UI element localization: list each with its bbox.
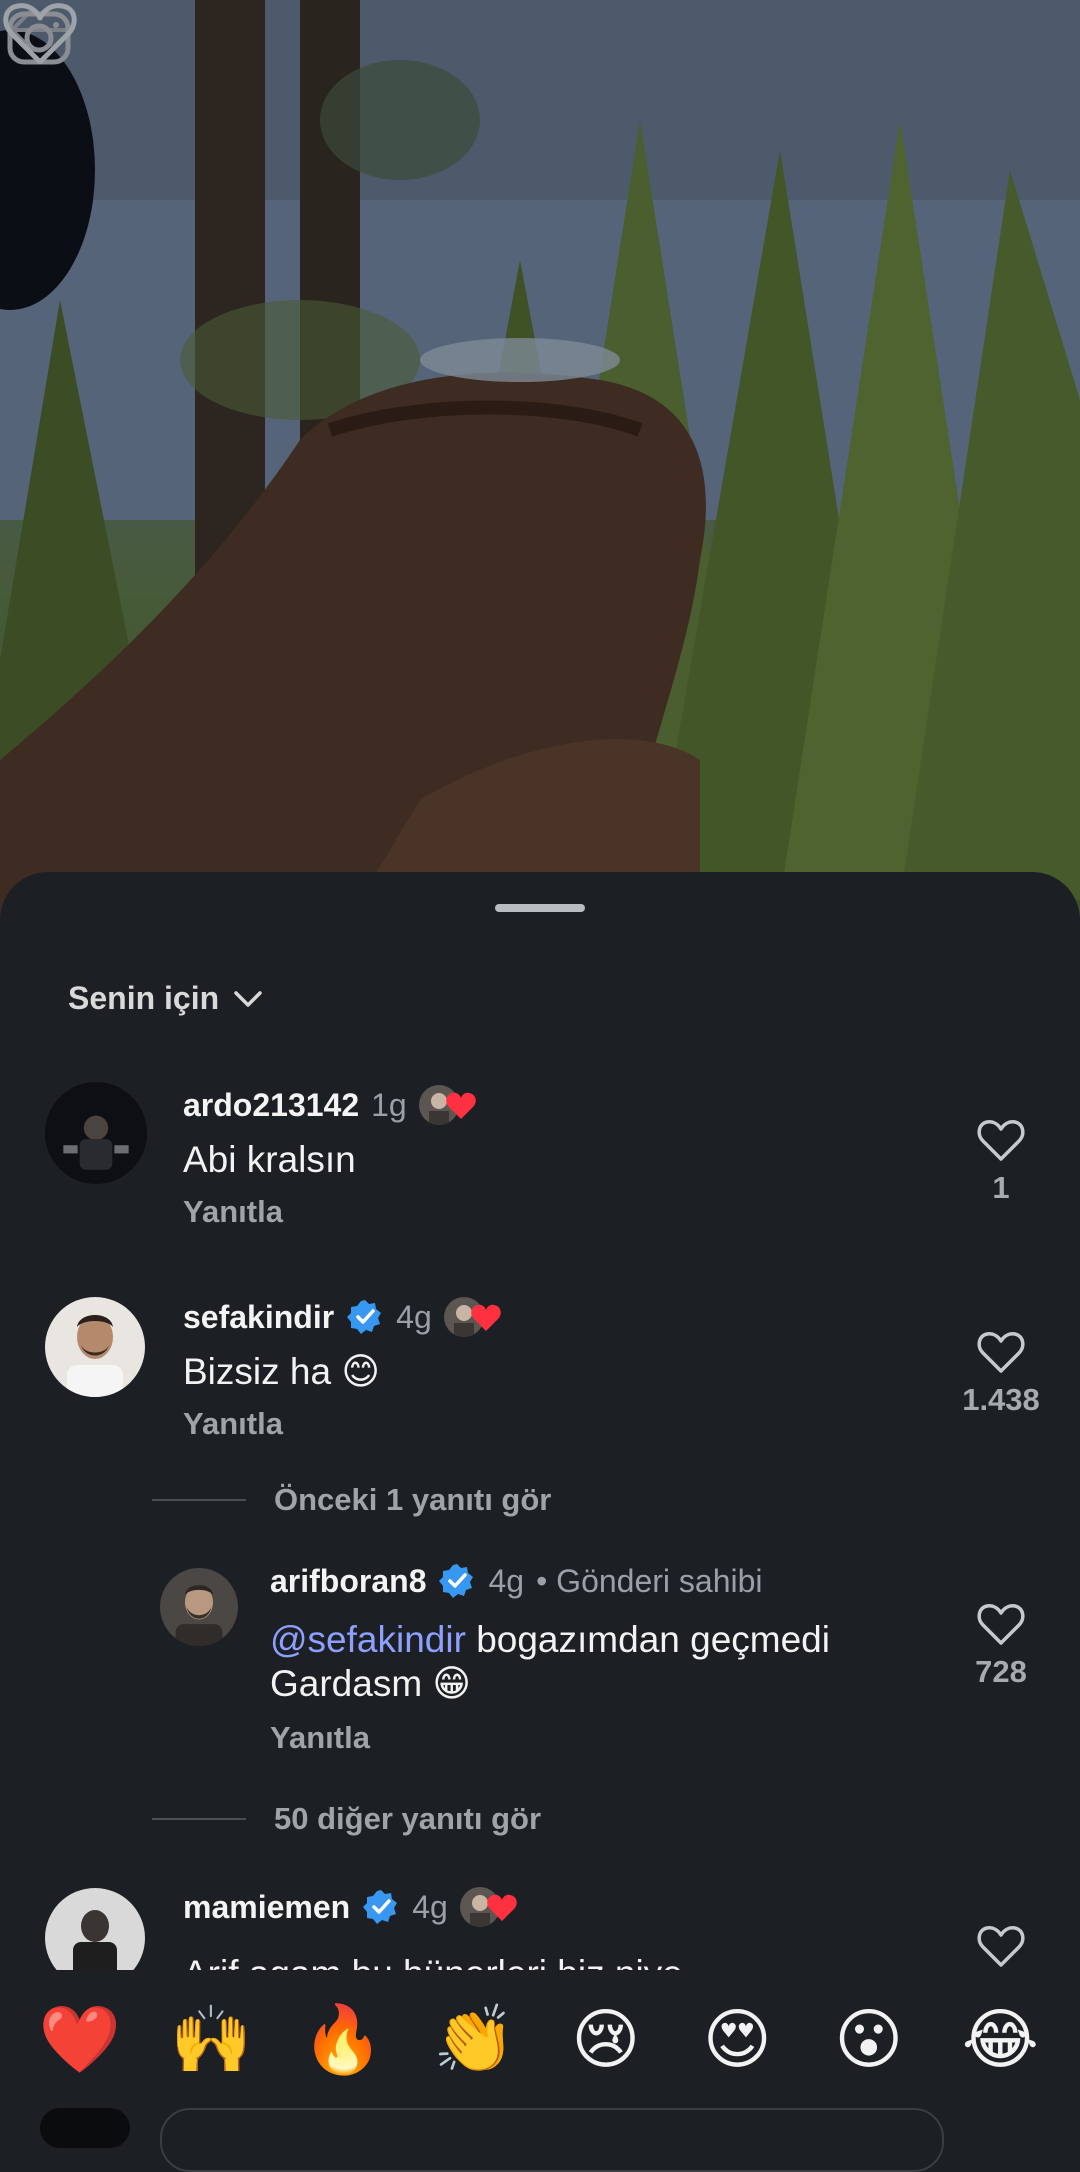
reply-time: 4g [488, 1562, 525, 1599]
reply-username[interactable]: arifboran8 [270, 1563, 426, 1600]
emoji-crying-face[interactable]: 😢 [551, 1985, 661, 2095]
avatar[interactable] [45, 1082, 147, 1184]
chevron-down-icon [234, 990, 262, 1007]
heart-filled-icon [487, 1894, 517, 1921]
video-frame-image [0, 0, 1080, 1000]
comment-username[interactable]: ardo213142 [183, 1087, 359, 1124]
comment-text: Bizsiz ha 😊 [183, 1351, 380, 1392]
comment-item: ardo213142 1g Abi kralsın Yanıtla 1 [0, 1082, 1080, 1282]
reply-text-line1: bogazımdan geçmedi [465, 1619, 830, 1660]
comment-input-field[interactable] [160, 2108, 944, 2172]
like-count: 1 [992, 1170, 1010, 1205]
comment-item: sefakindir 4g Bizsiz ha 😊 Yanıtla 1.438 [0, 1294, 1080, 1494]
sheet-drag-handle[interactable] [495, 904, 585, 912]
thread-line [152, 1818, 246, 1820]
heart-outline-icon[interactable] [977, 1330, 1025, 1374]
view-previous-replies-button[interactable]: Önceki 1 yanıtı gör [152, 1482, 551, 1518]
comment-filter-dropdown[interactable]: Senin için [68, 980, 263, 1017]
heart-outline-icon[interactable] [977, 1602, 1025, 1646]
heart-outline-icon[interactable] [977, 1924, 1025, 1968]
mention-link[interactable]: @sefakindir [270, 1619, 466, 1660]
reply-button[interactable]: Yanıtla [183, 1194, 283, 1230]
heart-filled-icon [445, 1092, 476, 1119]
comment-like-button[interactable] [941, 1924, 1061, 1968]
comment-time: 4g [412, 1888, 448, 1925]
comment-text: Abi kralsın [183, 1139, 356, 1180]
verified-badge-icon [347, 1300, 382, 1334]
liked-by-creator-badge [418, 1082, 481, 1128]
filter-label: Senin için [68, 980, 220, 1016]
emoji-red-heart[interactable]: ❤️ [25, 1985, 135, 2095]
thread-line [152, 1499, 246, 1501]
verified-badge-icon [439, 1564, 474, 1598]
comment-like-button[interactable]: 1 [941, 1118, 1061, 1206]
reply-item: arifboran8 4g • Gönderi sahibi @sefakind… [0, 1562, 1080, 1802]
emoji-clapping-hands[interactable]: 👏 [419, 1985, 529, 2095]
comments-sheet: Senin için ardo213142 1g Abi kralsın Yan… [0, 872, 1080, 2128]
heart-outline-icon[interactable] [0, 0, 80, 70]
emoji-fire[interactable]: 🔥 [288, 1985, 398, 2095]
heart-filled-icon [470, 1304, 501, 1331]
verified-badge-icon [363, 1890, 398, 1924]
reply-button[interactable]: Yanıtla [183, 1406, 283, 1442]
current-user-avatar [40, 2108, 130, 2148]
heart-outline-icon[interactable] [977, 1118, 1025, 1162]
comment-input-area [0, 2100, 1080, 2172]
emoji-heart-eyes[interactable]: 😍 [682, 1985, 792, 2095]
emoji-raising-hands[interactable]: 🙌 [156, 1985, 266, 2095]
reply-like-button[interactable]: 728 [941, 1602, 1061, 1690]
video-player[interactable] [0, 0, 1080, 1000]
post-owner-label: • Gönderi sahibi [536, 1562, 763, 1599]
like-count: 728 [975, 1654, 1027, 1689]
comment-username[interactable]: sefakindir [183, 1299, 334, 1336]
view-more-replies-label: 50 diğer yanıtı gör [274, 1801, 542, 1836]
avatar[interactable] [45, 1888, 145, 1980]
comment-like-button[interactable]: 1.438 [941, 1330, 1061, 1418]
emoji-surprised-face[interactable]: 😮 [814, 1985, 924, 2095]
emoji-laughing-face[interactable]: 😂 [945, 1985, 1055, 2095]
view-previous-replies-label: Önceki 1 yanıtı gör [274, 1482, 552, 1517]
comment-time: 1g [371, 1086, 407, 1123]
comment-username[interactable]: mamiemen [183, 1889, 350, 1926]
view-more-replies-button[interactable]: 50 diğer yanıtı gör [152, 1801, 541, 1837]
reply-text-line2: Gardasm 😁 [270, 1663, 472, 1704]
emoji-reaction-bar: ❤️ 🙌 🔥 👏 😢 😍 😮 😂 [0, 1970, 1080, 2110]
avatar[interactable] [160, 1568, 238, 1646]
comment-time: 4g [396, 1298, 432, 1335]
reply-button[interactable]: Yanıtla [270, 1720, 370, 1756]
liked-by-creator-badge [443, 1294, 506, 1340]
avatar[interactable] [45, 1297, 145, 1397]
like-count: 1.438 [962, 1382, 1040, 1417]
liked-by-creator-badge [459, 1884, 522, 1930]
comment-item: mamiemen 4g Arif agam bu hünerleri biz n… [0, 1884, 1080, 1980]
reply-text: @sefakindir bogazımdan geçmedi Gardasm 😁 [270, 1618, 830, 1706]
